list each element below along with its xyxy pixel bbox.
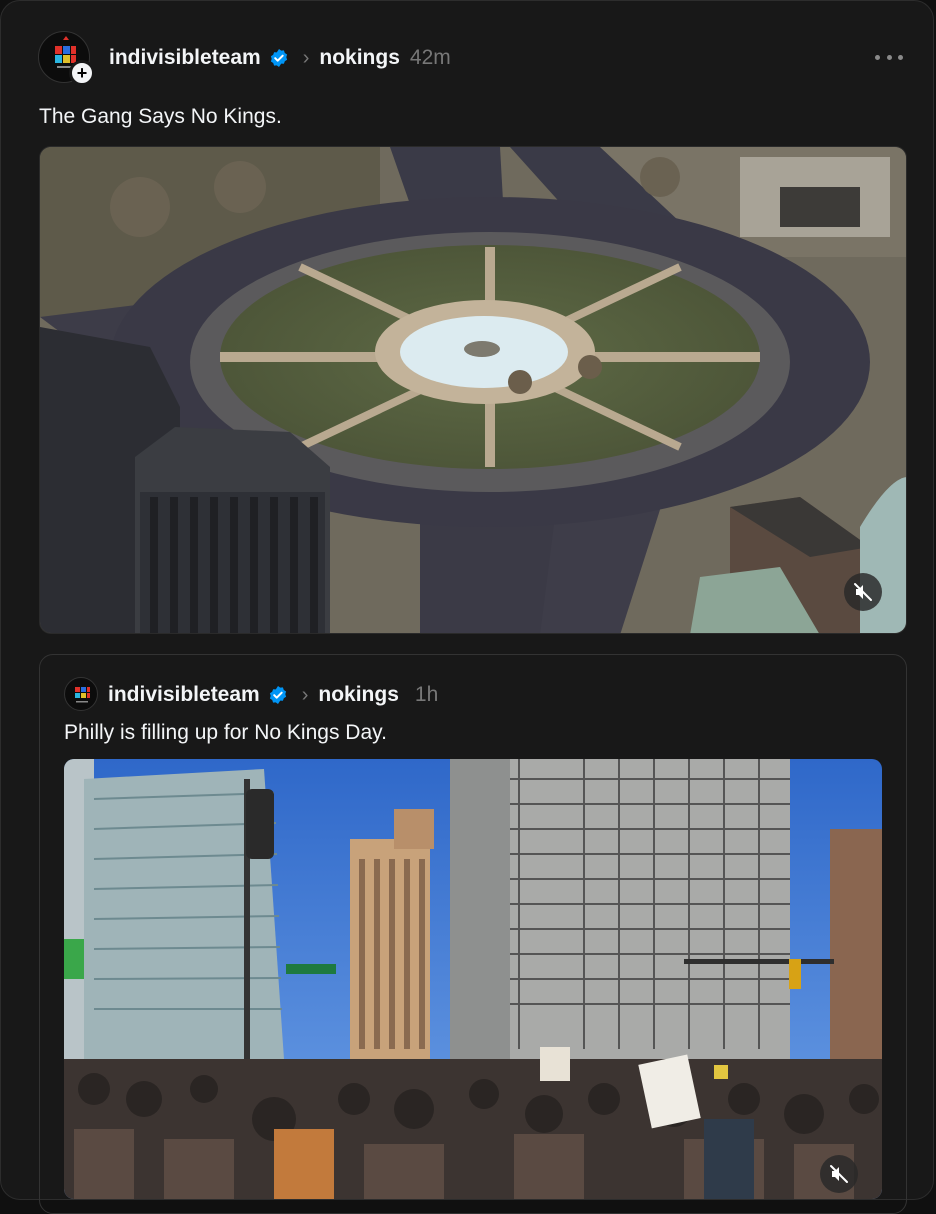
speaker-muted-icon: [830, 1165, 848, 1183]
street-crowd-image: [64, 759, 882, 1199]
verified-badge-icon: [270, 49, 287, 67]
quoted-username[interactable]: indivisibleteam: [108, 683, 260, 707]
verified-badge-icon: [269, 686, 286, 704]
follow-plus-icon[interactable]: +: [69, 60, 95, 86]
quoted-post[interactable]: indivisibleteam › nokings 1h Philly is f…: [39, 654, 907, 1214]
post-card[interactable]: + indivisibleteam › nokings 42m The Gang…: [0, 0, 934, 1214]
post-caption: The Gang Says No Kings.: [39, 105, 282, 128]
quoted-post-timestamp[interactable]: 1h: [415, 683, 438, 707]
quoted-post-header: indivisibleteam › nokings 1h: [108, 681, 438, 709]
post-timestamp[interactable]: 42m: [410, 46, 451, 70]
chevron-right-icon: ›: [301, 683, 309, 706]
community-link[interactable]: nokings: [319, 46, 400, 70]
mute-toggle-button[interactable]: [844, 573, 882, 611]
quoted-post-video[interactable]: [64, 759, 882, 1199]
username[interactable]: indivisibleteam: [109, 46, 261, 70]
post-header: indivisibleteam › nokings 42m: [109, 43, 451, 73]
quoted-avatar[interactable]: [64, 677, 98, 711]
mute-toggle-button[interactable]: [820, 1155, 858, 1193]
quoted-post-caption: Philly is filling up for No Kings Day.: [64, 721, 387, 744]
aerial-crowd-image: [40, 147, 906, 633]
speaker-muted-icon: [854, 583, 872, 601]
post-video[interactable]: [39, 146, 907, 634]
quoted-community-link[interactable]: nokings: [318, 683, 399, 707]
more-dots-icon[interactable]: [875, 47, 903, 67]
chevron-right-icon: ›: [302, 46, 310, 69]
